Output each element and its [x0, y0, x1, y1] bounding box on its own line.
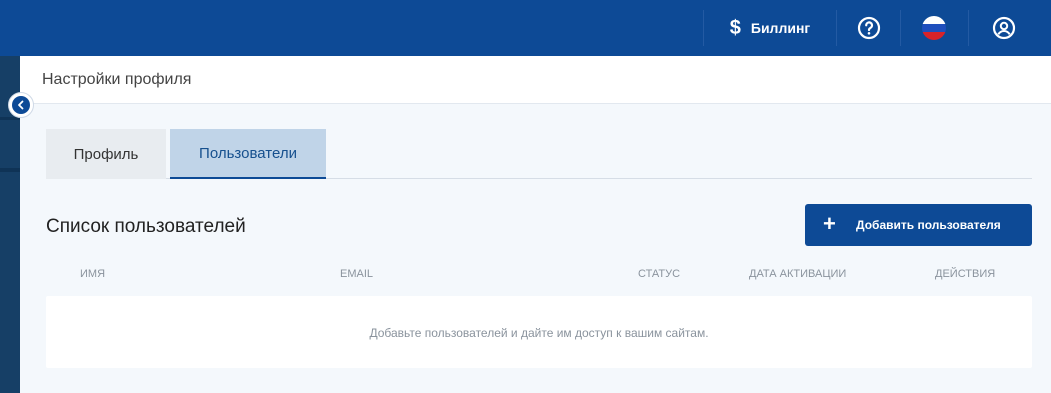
- plus-icon: +: [823, 211, 836, 236]
- sidebar-divider: [0, 168, 20, 172]
- russian-flag-icon: [922, 16, 946, 40]
- tab-profile[interactable]: Профиль: [46, 129, 166, 179]
- add-user-label: Добавить пользователя: [856, 218, 1001, 232]
- divider: [836, 10, 837, 46]
- tab-bar: Профиль Пользователи: [46, 129, 1032, 179]
- tab-users[interactable]: Пользователи: [170, 129, 326, 179]
- column-header-status: СТАТУС: [638, 268, 681, 280]
- divider: [900, 10, 901, 46]
- billing-button[interactable]: $ Биллинг: [708, 0, 832, 56]
- column-header-activation-date: ДАТА АКТИВАЦИИ: [749, 268, 847, 280]
- divider: [703, 10, 704, 46]
- empty-state-text: Добавьте пользователей и дайте им доступ…: [369, 326, 709, 340]
- page-header: Настройки профиля: [20, 56, 1051, 104]
- user-circle-icon: [992, 16, 1016, 40]
- user-menu-button[interactable]: [978, 0, 1030, 56]
- sidebar-toggle-button[interactable]: [8, 92, 34, 118]
- empty-state-row: Добавьте пользователей и дайте им доступ…: [46, 296, 1032, 368]
- billing-label: Биллинг: [750, 20, 811, 36]
- language-button[interactable]: [908, 0, 960, 56]
- page-title: Настройки профиля: [42, 71, 192, 88]
- help-circle-icon: [857, 16, 881, 40]
- chevron-left-icon: [12, 96, 30, 114]
- top-bar: $ Биллинг: [0, 0, 1051, 56]
- add-user-button[interactable]: + Добавить пользователя: [805, 204, 1032, 246]
- column-header-email: EMAIL: [340, 268, 374, 280]
- dollar-icon: $: [729, 16, 741, 39]
- column-header-name: имя: [80, 268, 106, 280]
- column-header-actions: ДЕЙСТВИЯ: [935, 268, 996, 280]
- divider: [968, 10, 969, 46]
- section-title: Список пользователей: [46, 216, 246, 237]
- help-button[interactable]: [845, 0, 893, 56]
